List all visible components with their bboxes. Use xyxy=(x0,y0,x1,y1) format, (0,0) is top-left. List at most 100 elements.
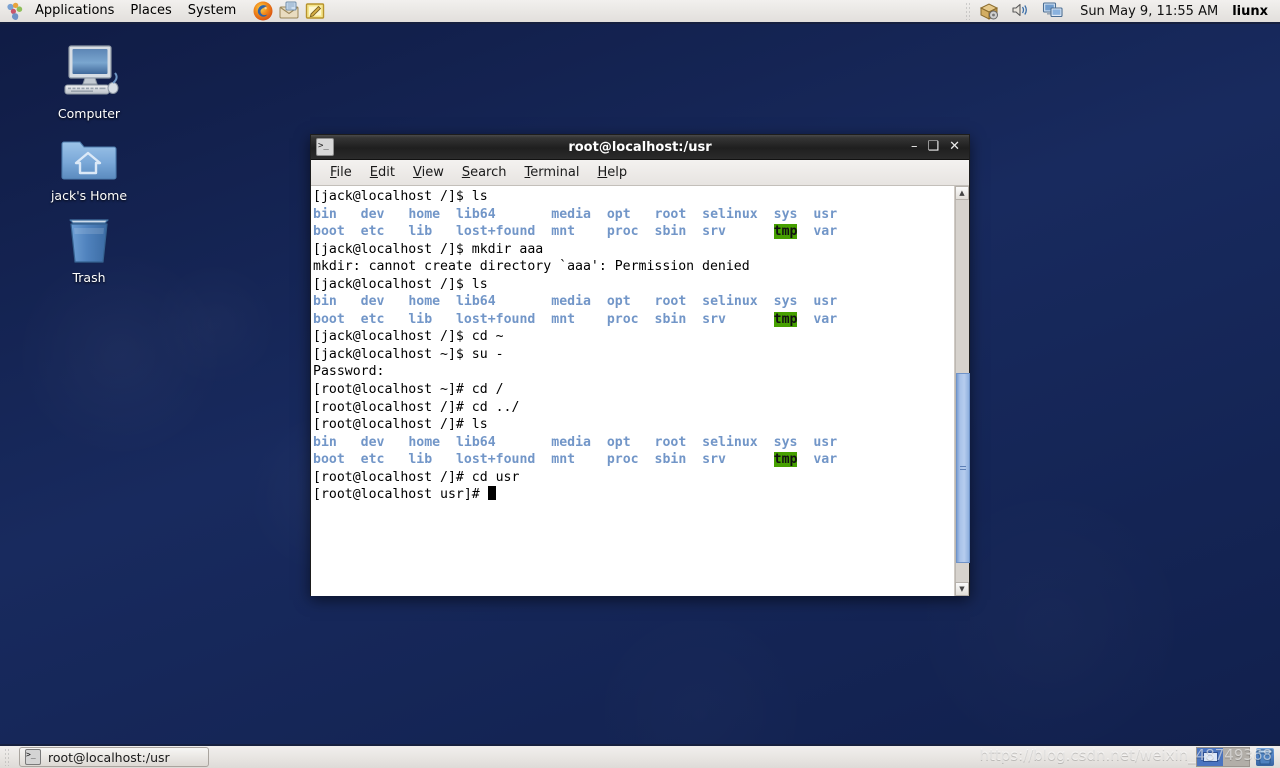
desktop-background[interactable]: Computer jack's Home Trash >_ root@local… xyxy=(0,24,1280,744)
ls-entry: etc xyxy=(360,224,385,240)
workspace-switcher[interactable] xyxy=(1196,747,1250,767)
panel-separator xyxy=(4,748,9,766)
ls-entry: srv xyxy=(702,452,726,468)
ls-entry: usr xyxy=(813,206,838,222)
bottom-panel[interactable]: root@localhost:/usr https://blog.csdn.ne… xyxy=(0,744,1280,768)
terminal-line: [jack@localhost /]$ ls xyxy=(313,276,488,292)
ls-entry: usr xyxy=(813,294,838,310)
desktop-icon-label: jack's Home xyxy=(50,188,128,203)
ls-entry: lib xyxy=(408,311,433,327)
menu-help[interactable]: Help xyxy=(588,163,636,182)
ls-entry: root xyxy=(654,434,687,450)
text-cursor xyxy=(487,486,496,501)
terminal-window[interactable]: root@localhost:/usr – ❑ ✕ File Edit View… xyxy=(310,134,970,596)
menu-search[interactable]: Search xyxy=(453,163,516,182)
menu-edit-rest: dit xyxy=(378,165,395,180)
menu-file-rest: ile xyxy=(336,165,352,180)
ls-entry: proc xyxy=(606,452,639,468)
terminal-output[interactable]: [jack@localhost /]$ ls bin dev home lib64… xyxy=(311,186,954,596)
terminal-line: [root@localhost /]# cd usr xyxy=(313,469,520,485)
ls-entry: opt xyxy=(606,434,631,450)
terminal-menu-bar[interactable]: File Edit View Search Terminal Help xyxy=(311,160,969,186)
ls-entry: media xyxy=(551,294,591,310)
terminal-line: boot etc lib lost+found mnt proc sbin sr… xyxy=(313,311,954,329)
ls-entry: dev xyxy=(360,434,385,450)
maximize-button[interactable]: ❑ xyxy=(927,140,939,153)
taskbar-window-button[interactable]: root@localhost:/usr xyxy=(19,747,209,767)
ls-entry: home xyxy=(408,294,441,310)
terminal-task-icon xyxy=(25,748,41,765)
text-editor-icon[interactable] xyxy=(304,0,326,22)
ls-entry: opt xyxy=(606,206,631,222)
menu-system[interactable]: System xyxy=(181,1,243,21)
menu-terminal-rest: erminal xyxy=(530,165,580,180)
firefox-icon[interactable] xyxy=(252,0,274,22)
terminal-body[interactable]: [jack@localhost /]$ ls bin dev home lib64… xyxy=(311,186,970,596)
ls-entry: home xyxy=(408,206,441,222)
workspace-2[interactable] xyxy=(1223,748,1249,766)
terminal-title-bar[interactable]: root@localhost:/usr – ❑ ✕ xyxy=(311,135,969,160)
terminal-line: [root@localhost /]# cd ../ xyxy=(313,399,520,415)
ls-entry: sbin xyxy=(654,452,687,468)
ls-entry: opt xyxy=(606,294,631,310)
terminal-line: [jack@localhost /]$ mkdir aaa xyxy=(313,241,544,257)
desktop-icon-trash[interactable]: Trash xyxy=(34,204,144,285)
scrollbar-thumb[interactable] xyxy=(956,373,970,563)
ls-entry: boot xyxy=(313,311,345,327)
ls-entry: lost+found xyxy=(455,452,536,468)
package-update-icon[interactable] xyxy=(978,0,1000,22)
ls-entry: root xyxy=(654,206,687,222)
ls-entry-tmp: tmp xyxy=(773,224,798,240)
ls-entry: selinux xyxy=(702,434,758,450)
ls-entry: media xyxy=(551,206,591,222)
desktop-icon-home[interactable]: jack's Home xyxy=(34,122,144,203)
email-icon[interactable] xyxy=(278,0,300,22)
minimize-button[interactable]: – xyxy=(911,140,918,153)
menu-terminal[interactable]: Terminal xyxy=(516,163,589,182)
menu-view[interactable]: View xyxy=(404,163,453,182)
ls-entry: proc xyxy=(606,224,639,240)
ls-entry: lost+found xyxy=(455,224,536,240)
ls-entry: bin xyxy=(313,206,337,222)
menu-search-rest: earch xyxy=(470,165,507,180)
terminal-scrollbar[interactable]: ▲ ▼ xyxy=(954,186,970,596)
desktop-icon-computer[interactable]: Computer xyxy=(34,40,144,121)
ls-entry: var xyxy=(813,452,838,468)
volume-icon[interactable] xyxy=(1010,0,1032,22)
top-panel[interactable]: Applications Places System Sun May 9, 11… xyxy=(0,0,1280,24)
clock[interactable]: Sun May 9, 11:55 AM xyxy=(1072,4,1226,19)
ls-entry: bin xyxy=(313,434,337,450)
ls-entry: etc xyxy=(360,452,385,468)
terminal-line: bin dev home lib64 media opt root selinu… xyxy=(313,206,954,224)
menu-edit[interactable]: Edit xyxy=(361,163,404,182)
menu-edit-mnemonic: E xyxy=(369,165,378,180)
terminal-line: mkdir: cannot create directory `aaa': Pe… xyxy=(313,259,750,275)
ls-entry: srv xyxy=(702,224,726,240)
ls-entry: lib xyxy=(408,224,433,240)
trash-applet-icon[interactable] xyxy=(1256,748,1274,766)
scroll-down-arrow-icon[interactable]: ▼ xyxy=(955,582,969,596)
close-button[interactable]: ✕ xyxy=(949,140,960,153)
menu-file[interactable]: File xyxy=(321,163,361,182)
ls-entry: boot xyxy=(313,452,345,468)
desktop-icon-label: Computer xyxy=(57,106,121,121)
terminal-line: [jack@localhost /]$ ls xyxy=(313,189,488,204)
desktop-icon-label: Trash xyxy=(72,270,106,285)
ls-entry: lost+found xyxy=(455,311,536,327)
ls-entry: mnt xyxy=(551,224,576,240)
menu-applications[interactable]: Applications xyxy=(28,1,121,21)
terminal-title: root@localhost:/usr xyxy=(568,139,712,155)
ls-entry: selinux xyxy=(702,294,758,310)
ls-entry: dev xyxy=(360,206,385,222)
menu-view-rest: iew xyxy=(421,165,444,180)
network-icon[interactable] xyxy=(1042,0,1064,22)
ls-entry: var xyxy=(813,224,838,240)
ls-entry: sys xyxy=(773,294,798,310)
menu-places[interactable]: Places xyxy=(123,1,178,21)
ls-entry: srv xyxy=(702,311,726,327)
user-menu[interactable]: liunx xyxy=(1232,4,1272,19)
scrollbar-trough[interactable] xyxy=(955,200,970,582)
scroll-up-arrow-icon[interactable]: ▲ xyxy=(955,186,969,200)
workspace-1[interactable] xyxy=(1197,748,1223,766)
trash-icon xyxy=(34,204,144,266)
